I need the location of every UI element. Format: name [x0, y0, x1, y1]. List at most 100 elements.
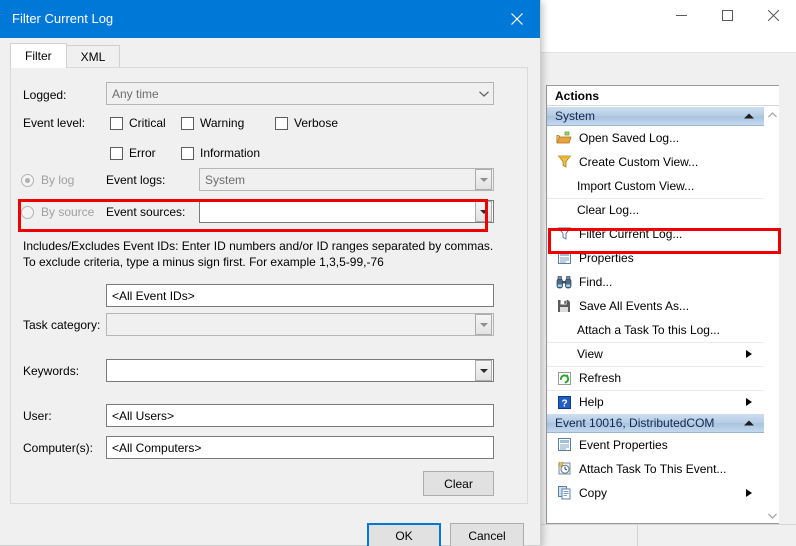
- checkbox-error[interactable]: Error: [110, 146, 156, 160]
- action-view[interactable]: View: [547, 342, 764, 366]
- action-label: Refresh: [579, 371, 621, 385]
- action-label: Create Custom View...: [579, 155, 698, 169]
- radio-by-source[interactable]: By source: [21, 205, 94, 219]
- action-help[interactable]: ? Help: [547, 390, 764, 414]
- checkbox-information[interactable]: Information: [181, 146, 260, 160]
- properties-icon: [553, 250, 575, 266]
- checkbox-label: Critical: [129, 116, 166, 130]
- action-label: Find...: [579, 275, 612, 289]
- keywords-dropdown[interactable]: [106, 359, 494, 382]
- actions-pane-header: Actions: [547, 86, 779, 106]
- actions-pane: Actions System Open Saved Log.: [546, 85, 779, 524]
- tab-filter[interactable]: Filter: [10, 43, 67, 68]
- user-label: User:: [23, 409, 52, 423]
- action-label: Attach Task To This Event...: [579, 462, 726, 476]
- computers-label: Computer(s):: [23, 441, 93, 455]
- filter-funnel-icon: [553, 154, 575, 170]
- checkbox-box[interactable]: [181, 117, 194, 130]
- action-label: Copy: [579, 486, 607, 500]
- task-category-dropdown[interactable]: [106, 313, 494, 336]
- action-filter-current-log[interactable]: Filter Current Log...: [547, 222, 764, 246]
- window-controls: [658, 0, 796, 30]
- radio-label: By source: [41, 205, 94, 219]
- dialog-title: Filter Current Log: [12, 11, 113, 26]
- minimize-icon[interactable]: [658, 0, 704, 30]
- user-input[interactable]: <All Users>: [106, 404, 494, 427]
- actions-group-header-event[interactable]: Event 10016, DistributedCOM: [547, 414, 764, 433]
- action-attach-task-to-event[interactable]: Attach Task To This Event...: [547, 457, 764, 481]
- checkbox-box[interactable]: [110, 117, 123, 130]
- event-logs-value: System: [200, 173, 475, 187]
- chevron-down-icon[interactable]: [475, 83, 492, 104]
- action-find[interactable]: Find...: [547, 270, 764, 294]
- action-attach-task-to-log[interactable]: Attach a Task To this Log...: [547, 318, 764, 342]
- task-category-label: Task category:: [23, 318, 100, 332]
- floppy-save-icon: [553, 298, 575, 314]
- radio-circle[interactable]: [21, 206, 34, 219]
- scroll-up-icon[interactable]: [765, 107, 780, 122]
- chevron-down-icon[interactable]: [475, 314, 492, 335]
- help-icon: ?: [553, 394, 575, 410]
- event-logs-dropdown[interactable]: System: [199, 168, 494, 191]
- event-ids-value: <All Event IDs>: [107, 289, 195, 303]
- binoculars-icon: [553, 274, 575, 290]
- close-icon[interactable]: [494, 0, 540, 38]
- actions-group-header-system[interactable]: System: [547, 107, 764, 126]
- action-label: Properties: [579, 251, 634, 265]
- checkbox-box[interactable]: [181, 147, 194, 160]
- filter-form-panel: Logged: Any time Event level: Critical W…: [10, 67, 528, 504]
- action-clear-log[interactable]: Clear Log...: [547, 198, 764, 222]
- action-refresh[interactable]: Refresh: [547, 366, 764, 390]
- action-create-custom-view[interactable]: Create Custom View...: [547, 150, 764, 174]
- clock-task-icon: [553, 461, 575, 477]
- action-properties[interactable]: Properties: [547, 246, 764, 270]
- chevron-up-icon[interactable]: [744, 421, 754, 426]
- computers-input[interactable]: <All Computers>: [106, 436, 494, 459]
- action-label: View: [577, 347, 603, 361]
- checkbox-box[interactable]: [110, 147, 123, 160]
- action-label: Save All Events As...: [579, 299, 689, 313]
- checkbox-critical[interactable]: Critical: [110, 116, 166, 130]
- cancel-button[interactable]: Cancel: [450, 523, 524, 546]
- checkbox-box[interactable]: [275, 117, 288, 130]
- refresh-icon: [553, 370, 575, 386]
- radio-circle[interactable]: [21, 174, 34, 187]
- event-sources-label: Event sources:: [106, 205, 185, 219]
- action-open-saved-log[interactable]: Open Saved Log...: [547, 126, 764, 150]
- action-label: Help: [579, 395, 604, 409]
- chevron-down-icon[interactable]: [475, 360, 492, 381]
- action-event-properties[interactable]: Event Properties: [547, 433, 764, 457]
- scroll-down-icon[interactable]: [765, 508, 780, 523]
- caret-glyph: [480, 178, 488, 182]
- checkbox-label: Warning: [200, 116, 244, 130]
- ok-button[interactable]: OK: [367, 523, 441, 546]
- action-copy[interactable]: Copy: [547, 481, 764, 505]
- checkbox-warning[interactable]: Warning: [181, 116, 244, 130]
- chevron-right-icon: [746, 350, 752, 358]
- maximize-icon[interactable]: [704, 0, 750, 30]
- checkbox-label: Error: [129, 146, 156, 160]
- checkbox-verbose[interactable]: Verbose: [275, 116, 338, 130]
- actions-pane-scrollbar[interactable]: [764, 107, 779, 523]
- tab-xml[interactable]: XML: [66, 45, 121, 68]
- action-label: Event Properties: [579, 438, 668, 452]
- logged-dropdown[interactable]: Any time: [106, 82, 494, 105]
- chevron-down-icon[interactable]: [475, 169, 492, 190]
- keywords-label: Keywords:: [23, 364, 79, 378]
- checkbox-label: Information: [200, 146, 260, 160]
- action-import-custom-view[interactable]: Import Custom View...: [547, 174, 764, 198]
- computers-value: <All Computers>: [107, 441, 201, 455]
- copy-icon: [553, 485, 575, 501]
- event-ids-input[interactable]: <All Event IDs>: [106, 284, 494, 307]
- clear-button[interactable]: Clear: [423, 471, 494, 496]
- actions-group-title: System: [555, 107, 595, 126]
- chevron-up-icon[interactable]: [744, 114, 754, 119]
- chevron-down-icon[interactable]: [475, 201, 492, 222]
- action-label: Filter Current Log...: [579, 227, 682, 241]
- actions-group-title: Event 10016, DistributedCOM: [555, 414, 714, 433]
- action-save-all-events-as[interactable]: Save All Events As...: [547, 294, 764, 318]
- event-sources-dropdown[interactable]: [199, 200, 494, 223]
- radio-by-log[interactable]: By log: [21, 173, 74, 187]
- close-icon[interactable]: [750, 0, 796, 30]
- svg-text:?: ?: [561, 398, 567, 409]
